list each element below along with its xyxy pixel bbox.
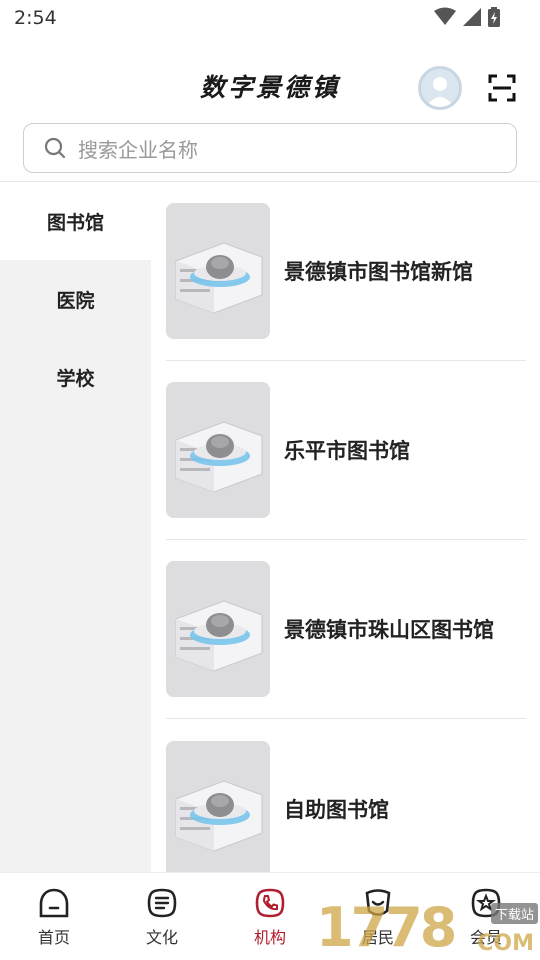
tab-home[interactable]: 首页 [0, 873, 108, 960]
tab-member-label: 会员 [469, 928, 502, 947]
search-placeholder: 搜索企业名称 [78, 137, 198, 162]
search-input[interactable]: 搜索企业名称 [23, 123, 517, 173]
institution-phone-icon [255, 888, 285, 918]
tab-resident[interactable]: 居民 [324, 873, 432, 960]
library-building-image [166, 382, 270, 518]
tab-institution-label: 机构 [253, 928, 286, 947]
category-sidebar: 图书馆 医院 学校 [0, 182, 151, 872]
library-name: 景德镇市图书馆新馆 [284, 260, 473, 284]
list-item[interactable]: 景德镇市珠山区图书馆 [166, 540, 526, 719]
scan-icon[interactable] [488, 74, 516, 102]
library-name: 乐平市图书馆 [284, 439, 410, 463]
tab-culture-label: 文化 [145, 928, 178, 947]
library-building-image [166, 740, 270, 872]
tab-home-label: 首页 [37, 928, 70, 947]
list-item[interactable]: 景德镇市图书馆新馆 [166, 182, 526, 361]
library-name: 自助图书馆 [284, 797, 389, 822]
tab-culture[interactable]: 文化 [108, 873, 216, 960]
member-star-icon [471, 888, 501, 918]
culture-lines-icon [147, 888, 177, 918]
library-building-image [166, 203, 270, 339]
user-silhouette-icon [426, 77, 454, 107]
tab-member[interactable]: 会员 [432, 873, 540, 960]
tab-resident-label: 居民 [361, 928, 394, 947]
status-icons [434, 7, 500, 27]
tab-institution[interactable]: 机构 [216, 873, 324, 960]
list-item[interactable]: 乐平市图书馆 [166, 361, 526, 540]
status-bar: 2:54 [0, 0, 540, 36]
bottom-tab-bar: 首页 文化 机构 居民 会员 [0, 872, 540, 960]
sidebar-item-library[interactable]: 图书馆 [0, 182, 151, 260]
list-item[interactable]: 自助图书馆 [166, 719, 526, 872]
home-face-icon [39, 888, 69, 918]
battery-icon [488, 7, 500, 27]
library-building-image [166, 561, 270, 697]
sidebar-item-hospital[interactable]: 医院 [0, 260, 151, 338]
resident-icon [365, 889, 391, 916]
avatar[interactable] [418, 66, 462, 110]
library-name: 景德镇市珠山区图书馆 [284, 618, 494, 642]
status-time: 2:54 [14, 7, 57, 29]
sidebar-item-school[interactable]: 学校 [0, 338, 151, 416]
library-list: 景德镇市图书馆新馆 乐平市图书馆 景德镇市珠山区图书馆 自助图书馆 [151, 182, 540, 872]
wifi-icon [434, 7, 456, 25]
signal-icon [463, 8, 481, 26]
search-icon [44, 137, 66, 159]
